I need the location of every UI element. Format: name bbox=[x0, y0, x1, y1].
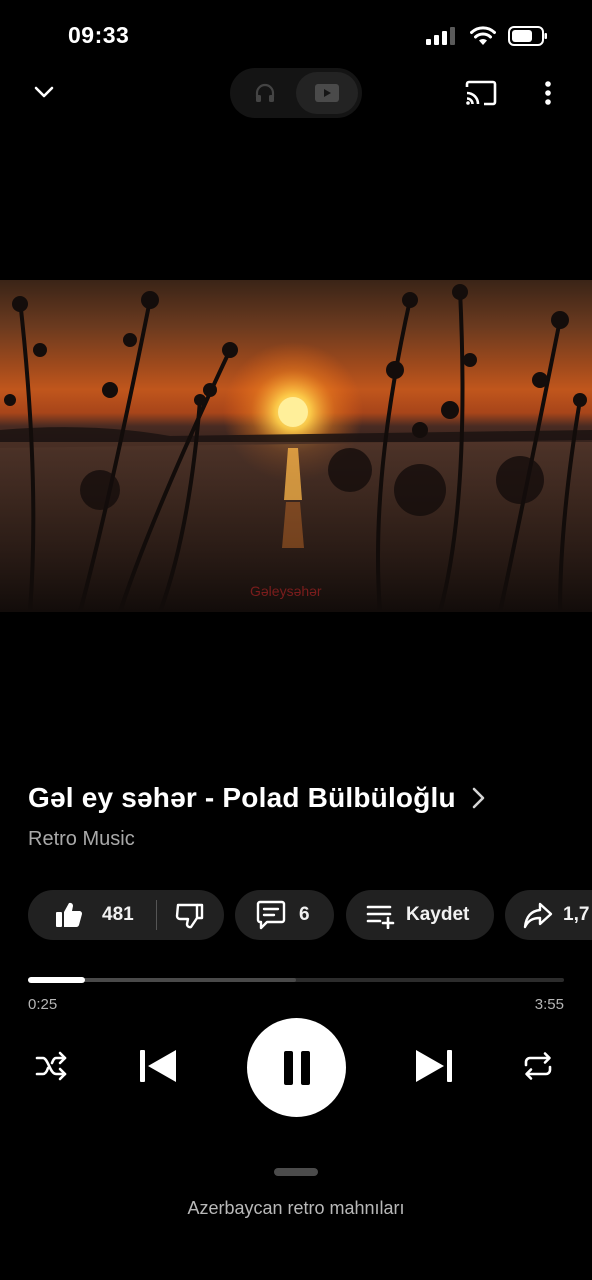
audio-mode-button[interactable] bbox=[234, 72, 296, 114]
thumbs-up-icon bbox=[56, 902, 83, 928]
more-vertical-icon bbox=[545, 81, 551, 105]
like-count: 481 bbox=[102, 904, 134, 925]
thumbs-down-icon bbox=[175, 903, 204, 929]
song-info: Gəl ey səhər - Polad Bülbüloğlu Retro Mu… bbox=[28, 782, 568, 851]
battery-icon bbox=[508, 26, 547, 46]
pause-button[interactable] bbox=[247, 1018, 346, 1117]
cellular-signal-icon bbox=[426, 27, 455, 45]
previous-icon bbox=[140, 1050, 176, 1082]
comment-icon bbox=[256, 900, 286, 930]
chevron-right-icon bbox=[472, 787, 485, 809]
video-watermark: Gəleysəhər bbox=[250, 583, 322, 599]
duration: 3:55 bbox=[534, 996, 564, 1013]
status-bar: 09:33 bbox=[0, 0, 592, 70]
video-icon bbox=[315, 84, 339, 102]
artist-name[interactable]: Retro Music bbox=[28, 828, 568, 851]
more-options-button[interactable] bbox=[528, 70, 568, 116]
player-top-bar bbox=[0, 66, 592, 122]
cast-button[interactable] bbox=[458, 70, 504, 116]
save-label: Kaydet bbox=[406, 904, 470, 925]
song-title: Gəl ey səhər - Polad Bülbüloğlu bbox=[28, 782, 456, 813]
wifi-icon bbox=[470, 26, 496, 45]
like-button[interactable]: 481 bbox=[28, 890, 156, 940]
seek-played bbox=[28, 977, 85, 983]
video-frame-sunset bbox=[0, 284, 592, 612]
status-icons bbox=[426, 26, 548, 46]
save-button[interactable]: Kaydet bbox=[346, 890, 494, 940]
cast-icon bbox=[465, 80, 497, 106]
headphones-icon bbox=[255, 83, 275, 102]
up-next-playlist[interactable]: Azerbaycan retro mahnıları bbox=[0, 1198, 592, 1219]
seek-bar[interactable] bbox=[28, 976, 564, 984]
shuffle-button[interactable] bbox=[30, 1044, 74, 1088]
repeat-icon bbox=[524, 1052, 552, 1080]
chevron-down-icon bbox=[34, 86, 54, 98]
playback-controls bbox=[0, 1016, 592, 1117]
share-icon bbox=[523, 902, 553, 929]
collapse-player-button[interactable] bbox=[22, 70, 66, 114]
dislike-button[interactable] bbox=[157, 890, 223, 940]
video-mode-button[interactable] bbox=[296, 72, 358, 114]
status-time: 09:33 bbox=[68, 22, 130, 48]
video-player[interactable]: Gəleysəhər bbox=[0, 280, 592, 612]
song-title-link[interactable]: Gəl ey səhər - Polad Bülbüloğlu bbox=[28, 782, 568, 814]
next-button[interactable] bbox=[408, 1040, 460, 1092]
drag-handle[interactable] bbox=[274, 1168, 318, 1176]
comments-button[interactable]: 6 bbox=[235, 890, 334, 940]
playlist-add-icon bbox=[366, 905, 395, 929]
current-time: 0:25 bbox=[28, 996, 58, 1013]
comment-count: 6 bbox=[299, 904, 310, 925]
pause-icon bbox=[283, 1050, 310, 1085]
share-button[interactable]: 1,7 bbox=[505, 890, 592, 940]
next-icon bbox=[416, 1050, 452, 1082]
share-count: 1,7 bbox=[563, 904, 590, 925]
shuffle-icon bbox=[35, 1051, 67, 1081]
action-chips: 481 6 Kaydet 1,7 bbox=[28, 890, 592, 942]
repeat-button[interactable] bbox=[516, 1044, 560, 1088]
audio-video-toggle bbox=[230, 68, 362, 118]
like-dislike-chip: 481 bbox=[28, 890, 224, 940]
previous-button[interactable] bbox=[132, 1040, 184, 1092]
